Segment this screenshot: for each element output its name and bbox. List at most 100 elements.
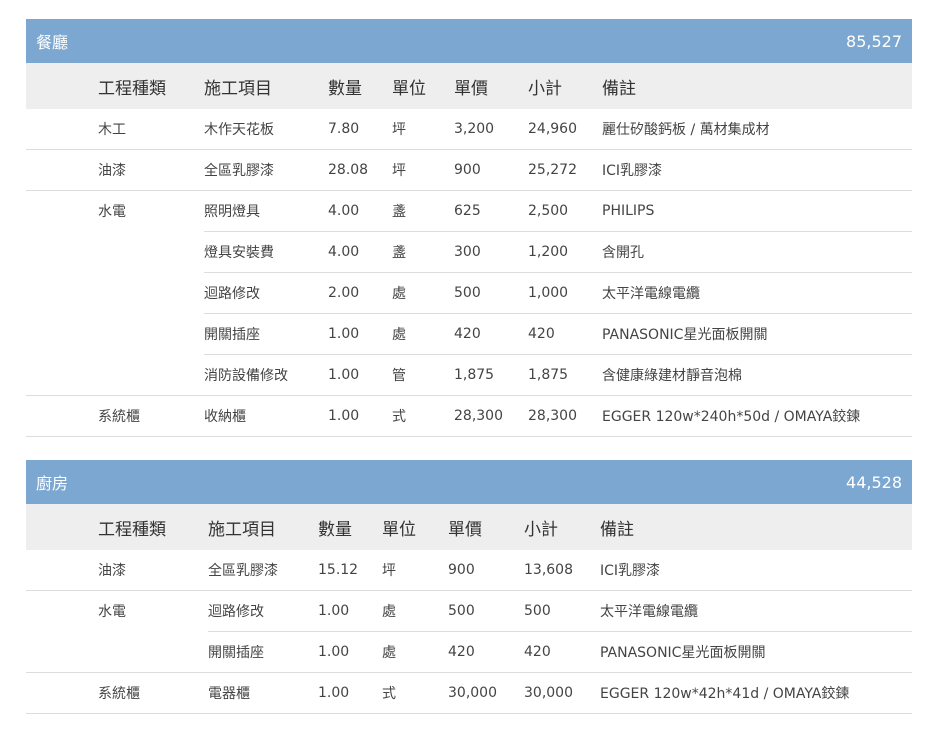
cell-note: ICI乳膠漆 [602,149,912,191]
cell-subtotal: 420 [524,631,600,673]
cell-price: 625 [454,190,528,232]
table-row: 開關插座 1.00 處 420 420 PANASONIC星光面板開關 [26,631,912,673]
cell-price: 900 [454,149,528,191]
row-spacer [26,273,98,314]
cell-unit: 式 [382,672,448,714]
cell-unit: 坪 [382,550,448,591]
cell-subtotal: 25,272 [528,149,602,191]
cell-note: PANASONIC星光面板開關 [602,313,912,355]
table-row: 開關插座 1.00 處 420 420 PANASONIC星光面板開關 [26,313,912,355]
table-header-row: 工程種類 施工項目 數量 單位 單價 小計 備註 [26,504,912,550]
cell-category: 系統櫃 [98,672,208,714]
cell-category: 油漆 [98,550,208,591]
cell-unit: 處 [382,631,448,673]
row-spacer [26,149,98,191]
cell-unit: 管 [392,354,454,396]
cell-qty: 1.00 [318,631,382,673]
cell-item: 消防設備修改 [204,354,328,396]
row-spacer [26,672,98,714]
row-spacer [26,232,98,273]
cell-note: 太平洋電線電纜 [602,272,912,314]
cell-item: 電器櫃 [208,672,318,714]
cell-category [98,273,204,314]
row-spacer [26,191,98,232]
table-row: 系統櫃 收納櫃 1.00 式 28,300 28,300 EGGER 120w*240h*5… [26,395,912,437]
cell-subtotal: 30,000 [524,672,600,714]
table-row: 系統櫃 電器櫃 1.00 式 30,000 30,000 EGGER 120w*42h*41… [26,672,912,714]
cell-item: 迴路修改 [204,272,328,314]
col-header-price: 單價 [448,519,482,540]
table-row: 油漆 全區乳膠漆 28.08 坪 900 25,272 ICI乳膠漆 [26,149,912,191]
cell-category: 油漆 [98,149,204,191]
cell-item: 照明燈具 [204,190,328,232]
table-row: 水電 照明燈具 4.00 盞 625 2,500 PHILIPS [26,190,912,232]
cell-qty: 15.12 [318,550,382,591]
cell-category [98,314,204,355]
cell-unit: 處 [392,313,454,355]
cell-subtotal: 28,300 [528,395,602,437]
cell-note: 太平洋電線電纜 [600,590,912,632]
cell-category: 木工 [98,109,204,150]
col-header-category: 工程種類 [98,78,166,99]
cell-item: 收納櫃 [204,395,328,437]
col-header-category: 工程種類 [98,519,166,540]
table-row: 油漆 全區乳膠漆 15.12 坪 900 13,608 ICI乳膠漆 [26,550,912,591]
cell-note: 含開孔 [602,231,912,273]
cell-price: 28,300 [454,395,528,437]
cell-qty: 1.00 [328,313,392,355]
cell-subtotal: 420 [528,313,602,355]
col-header-subtotal: 小計 [524,519,558,540]
cell-unit: 坪 [392,109,454,150]
cell-qty: 1.00 [328,395,392,437]
cell-price: 1,875 [454,354,528,396]
cell-item: 燈具安裝費 [204,231,328,273]
cell-qty: 1.00 [328,354,392,396]
cell-price: 500 [454,272,528,314]
row-spacer [26,354,98,396]
cell-item: 全區乳膠漆 [208,550,318,591]
col-header-item: 施工項目 [204,78,272,99]
row-spacer [26,314,98,355]
cell-category [98,232,204,273]
cell-note: EGGER 120w*240h*50d / OMAYA鉸鍊 [602,395,912,437]
cell-unit: 盞 [392,231,454,273]
section-kitchen: 廚房 44,528 工程種類 施工項目 數量 單位 單價 小計 備註 油漆 全區乳… [26,460,912,714]
cell-category: 系統櫃 [98,395,204,437]
cell-note: ICI乳膠漆 [600,550,912,591]
cell-unit: 坪 [392,149,454,191]
cost-table: 工程種類 施工項目 數量 單位 單價 小計 備註 木工 木作天花板 7.80 坪 3,2… [26,63,912,437]
table-row: 消防設備修改 1.00 管 1,875 1,875 含健康綠建材靜音泡棉 [26,354,912,396]
row-spacer [26,591,98,632]
table-row: 木工 木作天花板 7.80 坪 3,200 24,960 麗仕矽酸鈣板 / 萬材集成材 [26,109,912,150]
cell-price: 30,000 [448,672,524,714]
cell-qty: 2.00 [328,272,392,314]
cell-subtotal: 500 [524,590,600,632]
section-header: 廚房 44,528 [26,460,912,504]
section-header: 餐廳 85,527 [26,19,912,63]
section-title: 餐廳 [36,33,69,52]
cell-price: 420 [448,631,524,673]
cell-item: 木作天花板 [204,109,328,150]
table-header-row: 工程種類 施工項目 數量 單位 單價 小計 備註 [26,63,912,109]
cell-note: 麗仕矽酸鈣板 / 萬材集成材 [602,109,912,150]
cell-category [98,631,208,673]
cell-qty: 7.80 [328,109,392,150]
row-spacer [26,395,98,437]
cell-category: 水電 [98,604,126,621]
col-header-price: 單價 [454,78,488,99]
table-row: 燈具安裝費 4.00 盞 300 1,200 含開孔 [26,231,912,273]
table-row: 迴路修改 2.00 處 500 1,000 太平洋電線電纜 [26,272,912,314]
section-total: 44,528 [846,472,902,492]
col-header-qty: 數量 [318,519,352,540]
cell-item: 全區乳膠漆 [204,149,328,191]
cell-subtotal: 13,608 [524,550,600,591]
section-title: 廚房 [36,474,69,493]
cell-qty: 28.08 [328,149,392,191]
col-header-unit: 單位 [382,519,416,540]
table-row: 水電 迴路修改 1.00 處 500 500 太平洋電線電纜 [26,590,912,632]
row-spacer [26,550,98,591]
cell-unit: 式 [392,395,454,437]
cell-unit: 盞 [392,190,454,232]
cell-price: 300 [454,231,528,273]
cell-item: 迴路修改 [208,590,318,632]
